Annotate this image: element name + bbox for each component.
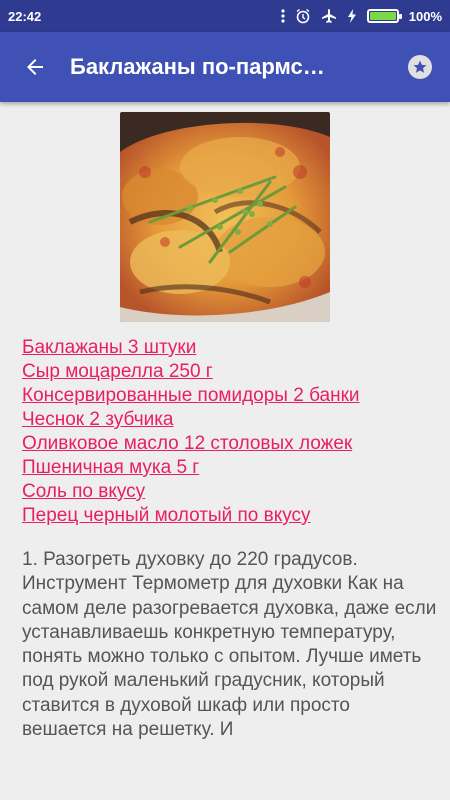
ingredient-link[interactable]: Соль по вкусу: [22, 480, 360, 504]
ingredient-link[interactable]: Баклажаны 3 штуки: [22, 336, 360, 360]
arrow-back-icon: [23, 55, 47, 79]
recipe-photo: [120, 112, 330, 322]
recipe-instructions: 1. Разогреть духовку до 220 градусов. Ин…: [22, 549, 437, 741]
charging-icon: [347, 8, 357, 24]
ingredient-link[interactable]: Чеснок 2 зубчика: [22, 408, 360, 432]
status-time: 22:42: [8, 8, 42, 24]
battery-icon: [366, 9, 402, 23]
ingredients-list: Баклажаны 3 штуки Сыр моцарелла 250 г Ко…: [22, 336, 360, 528]
dots-icon: [281, 9, 285, 23]
battery-percent: 100%: [408, 8, 442, 24]
status-bar: 22:42 100%: [0, 0, 450, 32]
status-icons: 100%: [281, 8, 442, 24]
star-icon: [408, 55, 432, 79]
ingredient-link[interactable]: Пшеничная мука 5 г: [22, 456, 360, 480]
ingredient-link[interactable]: Сыр моцарелла 250 г: [22, 360, 360, 384]
app-bar: Баклажаны по-пармс…: [0, 32, 450, 102]
airplane-icon: [321, 8, 337, 24]
ingredient-link[interactable]: Консервированные помидоры 2 банки: [22, 384, 360, 408]
favorite-button[interactable]: [390, 32, 450, 102]
alarm-icon: [295, 8, 311, 24]
ingredient-link[interactable]: Оливковое масло 12 столовых ложек: [22, 432, 360, 456]
back-button[interactable]: [0, 32, 70, 102]
page-title: Баклажаны по-пармс…: [70, 54, 325, 79]
ingredient-link[interactable]: Перец черный молотый по вкусу: [22, 504, 360, 528]
